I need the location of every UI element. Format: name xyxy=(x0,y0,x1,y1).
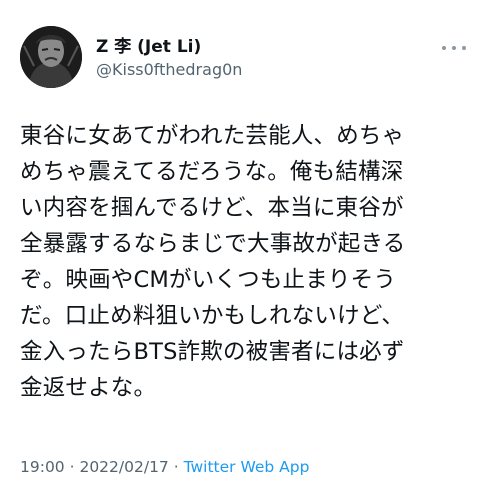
dot xyxy=(462,46,466,50)
tweet-text: 東谷に女あてがわれた芸能人、めちゃ めちゃ震えてるだろうな。俺も結構深 い内容を… xyxy=(20,123,406,401)
separator: · xyxy=(64,458,80,476)
dot xyxy=(452,46,456,50)
tweet-metadata: 19:00 · 2022/02/17 · Twitter Web App xyxy=(20,458,309,476)
more-options-icon[interactable] xyxy=(442,42,466,54)
avatar-image xyxy=(20,26,82,88)
separator: · xyxy=(168,458,184,476)
dot xyxy=(442,46,446,50)
tweet-card: Z 李 (Jet Li) @Kiss0fthedrag0n 東谷に女あてがわれた… xyxy=(0,0,480,496)
display-name[interactable]: Z 李 (Jet Li) xyxy=(96,36,242,58)
user-info: Z 李 (Jet Li) @Kiss0fthedrag0n xyxy=(96,36,242,81)
tweet-date[interactable]: 2022/02/17 xyxy=(79,458,168,476)
tweet-time[interactable]: 19:00 xyxy=(20,458,65,476)
user-handle[interactable]: @Kiss0fthedrag0n xyxy=(96,59,242,81)
tweet-source[interactable]: Twitter Web App xyxy=(184,458,310,476)
avatar[interactable] xyxy=(20,26,82,88)
